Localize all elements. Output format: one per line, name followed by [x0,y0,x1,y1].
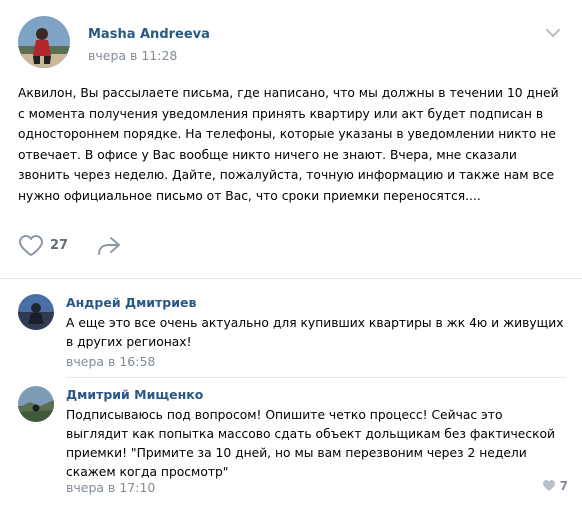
comment-author[interactable]: Андрей Дмитриев [66,295,196,310]
author-avatar[interactable] [18,16,70,68]
comment-avatar[interactable] [18,386,54,422]
comment-item: Андрей Дмитриев А еще это все очень акту… [18,294,568,374]
post-card: Masha Andreeva вчера в 11:28 Аквилон, Вы… [0,0,582,506]
post-author-name[interactable]: Masha Andreeva [88,27,210,42]
comment-text: Подписываюсь под вопросом! Опишите четко… [66,408,556,479]
share-arrow-icon[interactable] [96,234,122,258]
heart-icon[interactable] [18,234,44,258]
chevron-down-icon[interactable] [546,28,560,38]
comment-author[interactable]: Дмитрий Мищенко [66,387,203,402]
post-actions: 27 [18,232,318,260]
comment-timestamp[interactable]: вчера в 16:58 [66,354,155,369]
post-text: Аквилон, Вы рассылаете письма, где напис… [18,86,559,203]
like-count[interactable]: 27 [50,238,68,253]
comment-item: Дмитрий Мищенко Подписываюсь под вопросо… [18,386,568,498]
post-divider [0,278,582,279]
comment-timestamp[interactable]: вчера в 17:10 [66,480,155,495]
comment-avatar[interactable] [18,294,54,330]
comment-divider [66,377,566,378]
post-header: Masha Andreeva вчера в 11:28 [18,16,564,72]
heart-icon [542,480,555,491]
comment-text: А еще это все очень актуально для купивш… [66,316,564,349]
comment-like-button[interactable]: 7 [542,479,568,493]
post-timestamp[interactable]: вчера в 11:28 [88,48,177,63]
comment-like-count: 7 [559,479,568,493]
